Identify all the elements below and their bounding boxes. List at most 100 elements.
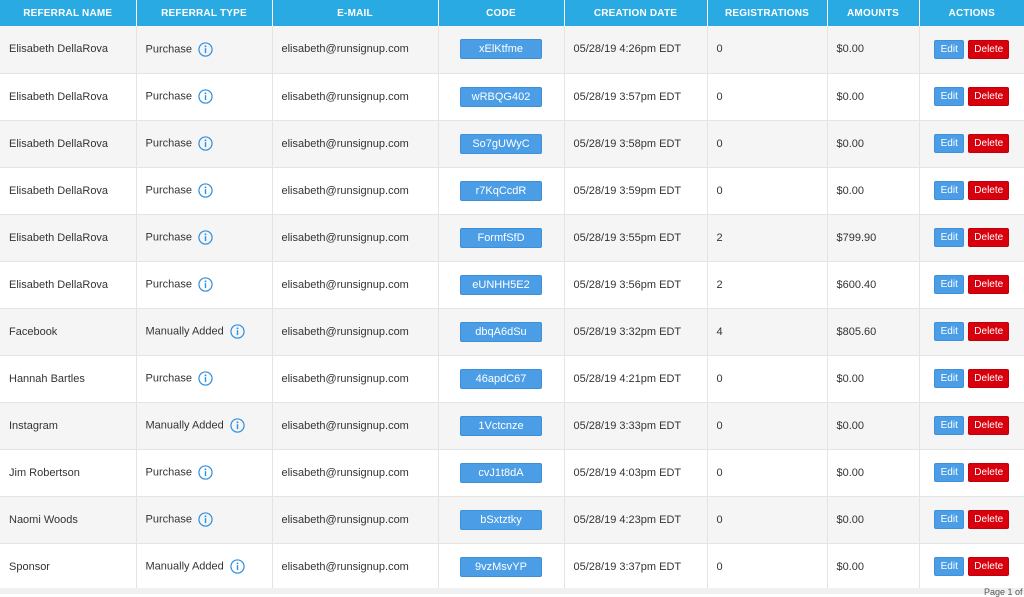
column-header-referral-type[interactable]: REFERRAL TYPE xyxy=(136,0,273,26)
referral-type-cell: Manually Added xyxy=(136,402,273,450)
referral-code[interactable]: dbqA6dSu xyxy=(460,321,542,342)
referral-code[interactable]: eUNHH5E2 xyxy=(460,274,542,295)
table-row: Naomi Woods Purchase elisabeth@runsignup.c… xyxy=(0,496,1024,544)
edit-button[interactable]: Edit xyxy=(934,510,965,529)
creation-date: 05/28/19 3:55pm EDT xyxy=(564,214,708,262)
delete-button[interactable]: Delete xyxy=(968,228,1010,247)
amount: $0.00 xyxy=(827,73,920,121)
table-row: Sponsor Manually Added elisabeth@runsignup… xyxy=(0,543,1024,591)
table-row: Facebook Manually Added elisabeth@runsignu… xyxy=(0,308,1024,356)
amount: $0.00 xyxy=(827,26,920,74)
referral-type-cell: Purchase xyxy=(136,26,273,74)
info-icon[interactable] xyxy=(198,136,213,151)
email: elisabeth@runsignup.com xyxy=(272,308,439,356)
delete-button[interactable]: Delete xyxy=(968,369,1010,388)
info-icon[interactable] xyxy=(198,42,213,57)
referral-code[interactable]: r7KqCcdR xyxy=(460,180,542,201)
referral-type: Purchase xyxy=(145,90,192,103)
info-icon[interactable] xyxy=(198,465,213,480)
delete-button[interactable]: Delete xyxy=(968,510,1010,529)
referrals-table: REFERRAL NAME REFERRAL TYPE E-MAIL CODE … xyxy=(0,0,1024,591)
info-icon[interactable] xyxy=(198,89,213,104)
referral-code[interactable]: FormfSfD xyxy=(460,227,542,248)
amount: $0.00 xyxy=(827,355,920,403)
delete-button[interactable]: Delete xyxy=(968,322,1010,341)
edit-button[interactable]: Edit xyxy=(934,134,965,153)
referral-code[interactable]: So7gUWyC xyxy=(460,133,542,154)
email: elisabeth@runsignup.com xyxy=(272,26,439,74)
referral-name: Naomi Woods xyxy=(0,496,137,544)
column-header-creation-date[interactable]: CREATION DATE xyxy=(564,0,708,26)
referral-type: Manually Added xyxy=(145,560,224,573)
edit-button[interactable]: Edit xyxy=(934,369,965,388)
referral-code[interactable]: cvJ1t8dA xyxy=(460,462,542,483)
referral-type-cell: Purchase xyxy=(136,73,273,121)
referral-code[interactable]: 1Vctcnze xyxy=(460,415,542,436)
edit-button[interactable]: Edit xyxy=(934,39,965,59)
registrations: 4 xyxy=(707,308,828,356)
creation-date: 05/28/19 3:57pm EDT xyxy=(564,73,708,121)
referral-code[interactable]: bSxtztky xyxy=(460,509,542,530)
referral-type: Manually Added xyxy=(145,325,224,338)
registrations: 2 xyxy=(707,261,828,309)
edit-button[interactable]: Edit xyxy=(934,87,965,106)
column-header-code[interactable]: CODE xyxy=(438,0,565,26)
referral-type: Manually Added xyxy=(145,419,224,432)
delete-button[interactable]: Delete xyxy=(968,557,1010,576)
referral-type-cell: Purchase xyxy=(136,167,273,215)
column-header-registrations[interactable]: REGISTRATIONS xyxy=(707,0,828,26)
info-icon[interactable] xyxy=(198,183,213,198)
delete-button[interactable]: Delete xyxy=(968,463,1010,482)
referral-code[interactable]: 46apdC67 xyxy=(460,368,542,389)
info-icon[interactable] xyxy=(198,277,213,292)
actions-cell: Edit Delete xyxy=(919,543,1024,591)
code-cell: 9vzMsvYP xyxy=(438,543,565,591)
delete-button[interactable]: Delete xyxy=(968,39,1010,59)
edit-button[interactable]: Edit xyxy=(934,463,965,482)
actions-cell: Edit Delete xyxy=(919,261,1024,309)
column-header-email[interactable]: E-MAIL xyxy=(272,0,439,26)
delete-button[interactable]: Delete xyxy=(968,275,1010,294)
column-header-referral-name[interactable]: REFERRAL NAME xyxy=(0,0,137,26)
email: elisabeth@runsignup.com xyxy=(272,167,439,215)
edit-button[interactable]: Edit xyxy=(934,557,965,576)
table-row: Elisabeth DellaRova Purchase elisabeth@run… xyxy=(0,214,1024,262)
column-header-amounts[interactable]: AMOUNTS xyxy=(827,0,920,26)
email: elisabeth@runsignup.com xyxy=(272,402,439,450)
edit-button[interactable]: Edit xyxy=(934,322,965,341)
edit-button[interactable]: Edit xyxy=(934,228,965,247)
referral-code[interactable]: 9vzMsvYP xyxy=(460,556,542,577)
creation-date: 05/28/19 3:59pm EDT xyxy=(564,167,708,215)
referral-type-cell: Manually Added xyxy=(136,308,273,356)
delete-button[interactable]: Delete xyxy=(968,181,1010,200)
info-icon[interactable] xyxy=(198,371,213,386)
table-header-row: REFERRAL NAME REFERRAL TYPE E-MAIL CODE … xyxy=(0,0,1024,26)
referral-name: Jim Robertson xyxy=(0,449,137,497)
edit-button[interactable]: Edit xyxy=(934,181,965,200)
referral-code[interactable]: xElKtfme xyxy=(460,39,542,60)
column-header-actions: ACTIONS xyxy=(919,0,1024,26)
info-icon[interactable] xyxy=(198,512,213,527)
referral-name: Elisabeth DellaRova xyxy=(0,73,137,121)
info-icon[interactable] xyxy=(230,559,245,574)
delete-button[interactable]: Delete xyxy=(968,134,1010,153)
delete-button[interactable]: Delete xyxy=(968,416,1010,435)
edit-button[interactable]: Edit xyxy=(934,275,965,294)
delete-button[interactable]: Delete xyxy=(968,87,1010,106)
info-icon[interactable] xyxy=(198,230,213,245)
referral-code[interactable]: wRBQG402 xyxy=(460,86,542,107)
edit-button[interactable]: Edit xyxy=(934,416,965,435)
footer-strip xyxy=(0,588,1024,594)
creation-date: 05/28/19 3:32pm EDT xyxy=(564,308,708,356)
creation-date: 05/28/19 3:56pm EDT xyxy=(564,261,708,309)
creation-date: 05/28/19 4:26pm EDT xyxy=(564,26,708,74)
referral-type: Purchase xyxy=(145,231,192,244)
referral-name: Instagram xyxy=(0,402,137,450)
code-cell: dbqA6dSu xyxy=(438,308,565,356)
amount: $600.40 xyxy=(827,261,920,309)
referral-type: Purchase xyxy=(145,278,192,291)
info-icon[interactable] xyxy=(230,418,245,433)
registrations: 0 xyxy=(707,355,828,403)
info-icon[interactable] xyxy=(230,324,245,339)
table-row: Elisabeth DellaRova Purchase elisabeth@run… xyxy=(0,26,1024,74)
